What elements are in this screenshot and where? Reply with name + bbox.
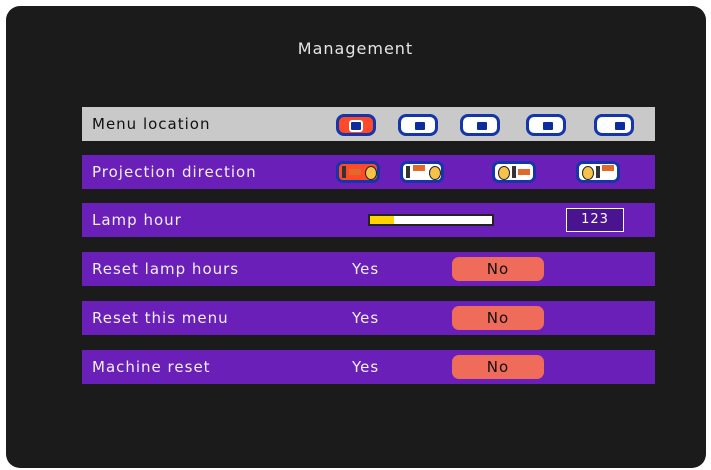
projection-rear-ceiling-icon[interactable] bbox=[576, 161, 620, 183]
menu-location-option-2-icon[interactable] bbox=[398, 114, 438, 136]
menu-location-option-1-icon[interactable] bbox=[336, 114, 376, 136]
viewer-icon bbox=[365, 166, 377, 180]
menu-location-dot-icon bbox=[413, 120, 427, 132]
menu-location-option-4-icon[interactable] bbox=[526, 114, 566, 136]
projection-front-desk-icon[interactable] bbox=[336, 161, 380, 183]
viewer-icon bbox=[429, 166, 441, 180]
viewer-icon bbox=[582, 166, 594, 180]
reset-this-menu-yes-option[interactable]: Yes bbox=[352, 309, 379, 327]
screen-icon bbox=[596, 166, 600, 178]
lamp-hour-bar-fill bbox=[370, 216, 395, 224]
reset-lamp-hours-row[interactable]: Reset lamp hours Yes No bbox=[82, 252, 655, 286]
reset-lamp-hours-no-option[interactable]: No bbox=[452, 257, 544, 281]
menu-location-option-5-icon[interactable] bbox=[594, 114, 634, 136]
projection-front-ceiling-icon[interactable] bbox=[400, 161, 444, 183]
projector-icon bbox=[349, 169, 361, 175]
screen-icon bbox=[342, 166, 346, 178]
menu-location-dot-icon bbox=[541, 120, 555, 132]
menu-location-dot-icon bbox=[475, 120, 489, 132]
menu-location-dot-icon bbox=[613, 120, 627, 132]
screen-icon bbox=[512, 166, 516, 178]
lamp-hour-label: Lamp hour bbox=[92, 211, 182, 229]
projection-rear-desk-icon[interactable] bbox=[492, 161, 536, 183]
viewer-icon bbox=[498, 166, 510, 180]
projector-icon bbox=[518, 169, 530, 175]
reset-this-menu-row[interactable]: Reset this menu Yes No bbox=[82, 301, 655, 335]
machine-reset-yes-option[interactable]: Yes bbox=[352, 358, 379, 376]
lamp-hour-row: Lamp hour 123 bbox=[82, 203, 655, 237]
machine-reset-row[interactable]: Machine reset Yes No bbox=[82, 350, 655, 384]
osd-panel bbox=[6, 6, 706, 468]
menu-location-label: Menu location bbox=[92, 115, 211, 133]
menu-location-dot-icon bbox=[349, 120, 363, 132]
screen-icon bbox=[406, 166, 410, 178]
reset-this-menu-no-option[interactable]: No bbox=[452, 306, 544, 330]
reset-lamp-hours-yes-option[interactable]: Yes bbox=[352, 260, 379, 278]
reset-this-menu-label: Reset this menu bbox=[92, 309, 229, 327]
projection-direction-label: Projection direction bbox=[92, 163, 257, 181]
page-title: Management bbox=[297, 39, 414, 58]
projector-icon bbox=[602, 165, 614, 171]
machine-reset-no-option[interactable]: No bbox=[452, 355, 544, 379]
projection-direction-row[interactable]: Projection direction bbox=[82, 155, 655, 189]
lamp-hour-value: 123 bbox=[566, 208, 624, 232]
lamp-hour-bar bbox=[368, 214, 494, 226]
menu-location-option-3-icon[interactable] bbox=[460, 114, 500, 136]
machine-reset-label: Machine reset bbox=[92, 358, 211, 376]
reset-lamp-hours-label: Reset lamp hours bbox=[92, 260, 240, 278]
menu-location-row[interactable]: Menu location bbox=[82, 107, 655, 141]
projector-icon bbox=[413, 165, 425, 171]
